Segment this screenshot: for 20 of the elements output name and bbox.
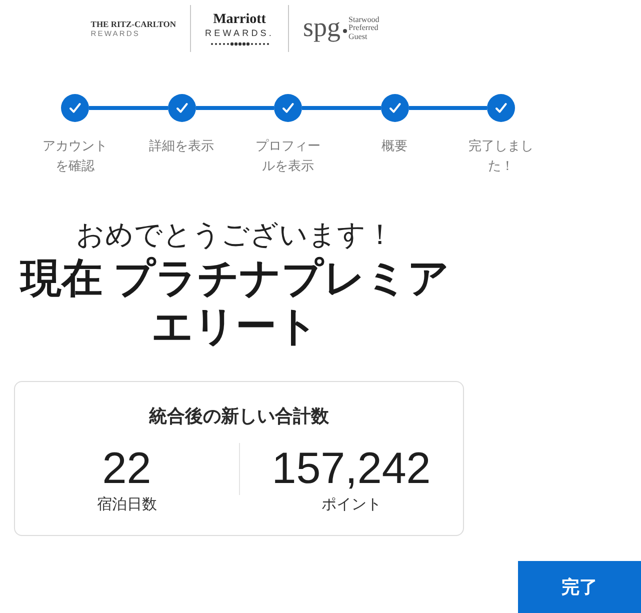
summary-title: 統合後の新しい合計数	[149, 405, 329, 428]
step-label: プロフィールを表示	[254, 137, 322, 175]
logo-subtitle: Starwood Preferred Guest	[348, 16, 380, 42]
logo-wordmark: THE RITZ-CARLTON	[90, 19, 176, 29]
dot-icon	[342, 28, 347, 32]
step-label: 概要	[380, 137, 408, 155]
congratulations-heading: おめでとうございます！	[76, 218, 394, 252]
logo-wordmark: Marriott	[213, 12, 266, 26]
done-button[interactable]: 完了	[518, 561, 641, 613]
status-heading: 現在 プラチナプレミアエリート	[18, 254, 451, 350]
step-label: アカウントを確認	[42, 137, 109, 175]
dotted-line-icon	[210, 42, 270, 46]
step-label: 詳細を表示	[148, 137, 216, 155]
stat-label: ポイント	[321, 495, 382, 515]
stat-label: 宿泊日数	[96, 495, 157, 515]
logo-subtitle: REWARDS.	[205, 26, 274, 38]
logo-wordmark: spg	[303, 12, 341, 44]
stat-value: 157,242	[272, 443, 431, 495]
step-label: 完了しました！	[467, 137, 534, 175]
stat-value: 22	[102, 443, 152, 495]
